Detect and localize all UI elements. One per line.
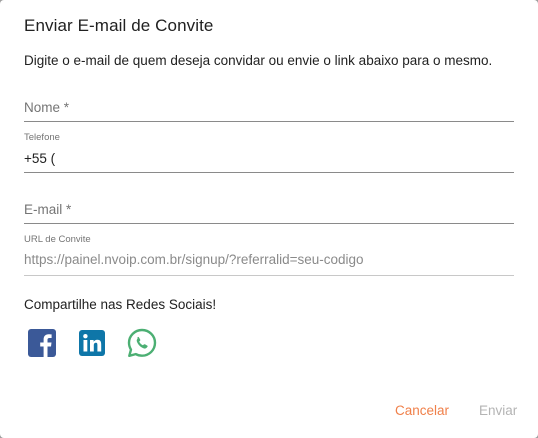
invite-url-underline bbox=[24, 275, 514, 276]
email-placeholder: E-mail * bbox=[24, 202, 72, 217]
phone-value: +55 ( bbox=[24, 151, 56, 166]
name-placeholder: Nome * bbox=[24, 100, 70, 115]
email-underline bbox=[24, 223, 514, 224]
whatsapp-icon[interactable] bbox=[126, 327, 158, 359]
phone-underline bbox=[24, 172, 514, 173]
invite-url-label: URL de Convite bbox=[24, 234, 91, 245]
phone-label: Telefone bbox=[24, 132, 60, 143]
email-field[interactable]: E-mail * bbox=[24, 198, 514, 224]
facebook-icon[interactable] bbox=[26, 327, 58, 359]
send-button[interactable]: Enviar bbox=[479, 403, 517, 418]
invite-url-value: https://painel.nvoip.com.br/signup/?refe… bbox=[24, 252, 364, 267]
cancel-button[interactable]: Cancelar bbox=[395, 403, 449, 418]
name-underline bbox=[24, 121, 514, 122]
linkedin-icon[interactable] bbox=[76, 327, 108, 359]
invite-url-field[interactable]: URL de Convite https://painel.nvoip.com.… bbox=[24, 233, 514, 276]
name-field[interactable]: Nome * bbox=[24, 96, 514, 122]
invite-dialog: Enviar E-mail de Convite Digite o e-mail… bbox=[0, 0, 538, 438]
phone-field[interactable]: Telefone +55 ( bbox=[24, 131, 514, 173]
share-label: Compartilhe nas Redes Sociais! bbox=[24, 297, 217, 312]
dialog-subtitle: Digite o e-mail de quem deseja convidar … bbox=[24, 53, 493, 68]
dialog-title: Enviar E-mail de Convite bbox=[24, 16, 214, 35]
